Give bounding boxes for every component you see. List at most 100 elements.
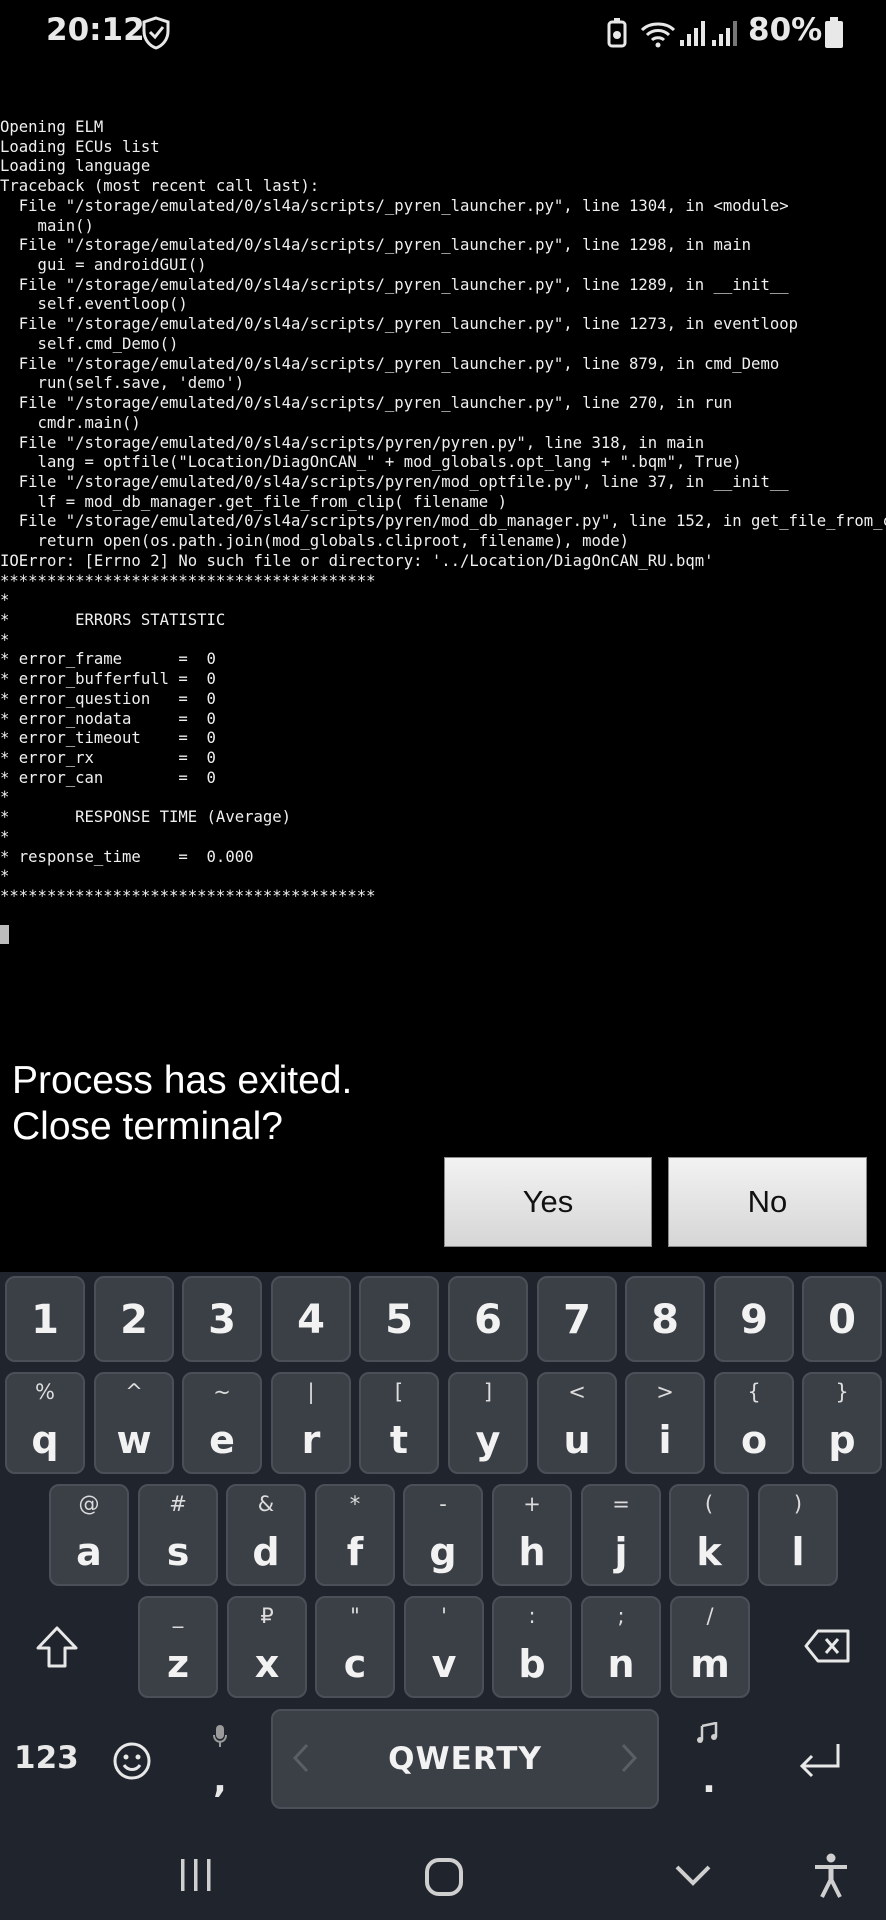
key-v[interactable]: ' v: [404, 1596, 484, 1698]
key-label: j: [614, 1530, 628, 1574]
key-label: y: [475, 1418, 501, 1462]
key-z[interactable]: _ z: [138, 1596, 218, 1698]
terminal-line: *: [0, 591, 10, 610]
terminal-line: File "/storage/emulated/0/sl4a/scripts/_…: [0, 196, 789, 215]
shift-icon[interactable]: [34, 1624, 80, 1670]
key-i[interactable]: > i: [625, 1372, 705, 1474]
shield-check-icon: [142, 16, 170, 50]
no-button[interactable]: No: [668, 1157, 867, 1247]
back-chevron-icon[interactable]: [674, 1863, 712, 1887]
terminal-line: *: [0, 867, 10, 886]
key-8[interactable]: 8: [625, 1276, 705, 1362]
key-m[interactable]: / m: [670, 1596, 750, 1698]
key-p[interactable]: } p: [802, 1372, 882, 1474]
battery-icon: [825, 17, 843, 48]
yes-button[interactable]: Yes: [444, 1157, 652, 1247]
key-label: v: [431, 1642, 457, 1686]
key-label: q: [31, 1418, 59, 1462]
process-exited-message: Process has exited. Close terminal?: [12, 1058, 352, 1150]
key-k[interactable]: (k: [669, 1484, 749, 1586]
key-n[interactable]: ; n: [581, 1596, 661, 1698]
key-label: b: [518, 1642, 546, 1686]
key-0[interactable]: 0: [802, 1276, 882, 1362]
home-icon[interactable]: [424, 1857, 464, 1897]
key-label: p: [828, 1418, 856, 1462]
terminal-line: File "/storage/emulated/0/sl4a/scripts/p…: [0, 472, 789, 491]
key-secondary-label: =: [612, 1492, 630, 1516]
key-u[interactable]: < u: [537, 1372, 617, 1474]
period-key[interactable]: .: [696, 1760, 722, 1801]
key-label: z: [166, 1642, 190, 1686]
key-3[interactable]: 3: [182, 1276, 262, 1362]
key-secondary-label: %: [35, 1380, 55, 1404]
dialog-message-line-1: Process has exited.: [12, 1059, 353, 1102]
key-label: l: [791, 1530, 805, 1574]
key-a[interactable]: @ a: [49, 1484, 129, 1586]
terminal-line: * error_nodata = 0: [0, 709, 216, 728]
key-secondary-label: ₽: [260, 1604, 274, 1628]
key-t[interactable]: [t: [359, 1372, 439, 1474]
terminal-line: *: [0, 788, 10, 807]
key-label: o: [740, 1418, 768, 1462]
key-7[interactable]: 7: [537, 1276, 617, 1362]
terminal-line: Loading ECUs list: [0, 137, 160, 156]
key-label: r: [301, 1418, 321, 1462]
microphone-icon: [213, 1725, 227, 1747]
key-label: s: [166, 1530, 190, 1574]
key-label: g: [429, 1530, 457, 1574]
recent-apps-icon[interactable]: [178, 1857, 214, 1893]
terminal-line: main(): [0, 216, 94, 235]
terminal-line: self.eventloop(): [0, 295, 188, 314]
symbols-key[interactable]: 123: [14, 1740, 79, 1776]
accessibility-icon[interactable]: [812, 1853, 850, 1899]
key-label: 2: [120, 1297, 148, 1343]
key-label: d: [252, 1530, 280, 1574]
key-9[interactable]: 9: [714, 1276, 794, 1362]
terminal-line: * error_question = 0: [0, 689, 216, 708]
space-key-label: QWERTY: [388, 1741, 542, 1777]
key-f[interactable]: * f: [315, 1484, 395, 1586]
emoji-icon[interactable]: [112, 1741, 152, 1781]
key-label: c: [343, 1642, 367, 1686]
key-l[interactable]: ) l: [758, 1484, 838, 1586]
key-q[interactable]: % q: [5, 1372, 85, 1474]
key-w[interactable]: ^ w: [94, 1372, 174, 1474]
key-secondary-label: }: [835, 1380, 849, 1404]
key-2[interactable]: 2: [94, 1276, 174, 1362]
key-label: u: [563, 1418, 591, 1462]
terminal-cursor: [0, 925, 9, 944]
key-s[interactable]: # s: [138, 1484, 218, 1586]
key-6[interactable]: 6: [448, 1276, 528, 1362]
key-b[interactable]: :b: [492, 1596, 572, 1698]
key-secondary-label: -: [439, 1492, 447, 1516]
backspace-icon[interactable]: [804, 1628, 852, 1664]
key-x[interactable]: ₽ x: [227, 1596, 307, 1698]
key-o[interactable]: {o: [714, 1372, 794, 1474]
key-4[interactable]: 4: [271, 1276, 351, 1362]
key-label: h: [518, 1530, 546, 1574]
key-5[interactable]: 5: [359, 1276, 439, 1362]
comma-key[interactable]: ,: [206, 1760, 234, 1801]
key-label: w: [116, 1418, 152, 1462]
terminal-line: return open(os.path.join(mod_globals.cli…: [0, 532, 630, 551]
terminal-line: IOError: [Errno 2] No such file or direc…: [0, 551, 714, 570]
key-d[interactable]: & d: [226, 1484, 306, 1586]
key-1[interactable]: 1: [5, 1276, 85, 1362]
space-key[interactable]: QWERTY: [271, 1709, 659, 1809]
key-label: x: [254, 1642, 280, 1686]
enter-icon[interactable]: [796, 1740, 844, 1780]
key-c[interactable]: " c: [315, 1596, 395, 1698]
key-r[interactable]: | r: [271, 1372, 351, 1474]
key-secondary-label: [: [394, 1380, 404, 1404]
key-j[interactable]: = j: [581, 1484, 661, 1586]
terminal-line: *: [0, 827, 10, 846]
key-y[interactable]: ] y: [448, 1372, 528, 1474]
key-label: 8: [651, 1297, 679, 1343]
key-g[interactable]: -g: [403, 1484, 483, 1586]
terminal-line: * response_time = 0.000: [0, 847, 254, 866]
terminal-line: * error_rx = 0: [0, 749, 216, 767]
terminal-line: File "/storage/emulated/0/sl4a/scripts/_…: [0, 315, 798, 334]
key-h[interactable]: + h: [492, 1484, 572, 1586]
key-e[interactable]: ~ e: [182, 1372, 262, 1474]
terminal-line: File "/storage/emulated/0/sl4a/scripts/_…: [0, 236, 752, 255]
